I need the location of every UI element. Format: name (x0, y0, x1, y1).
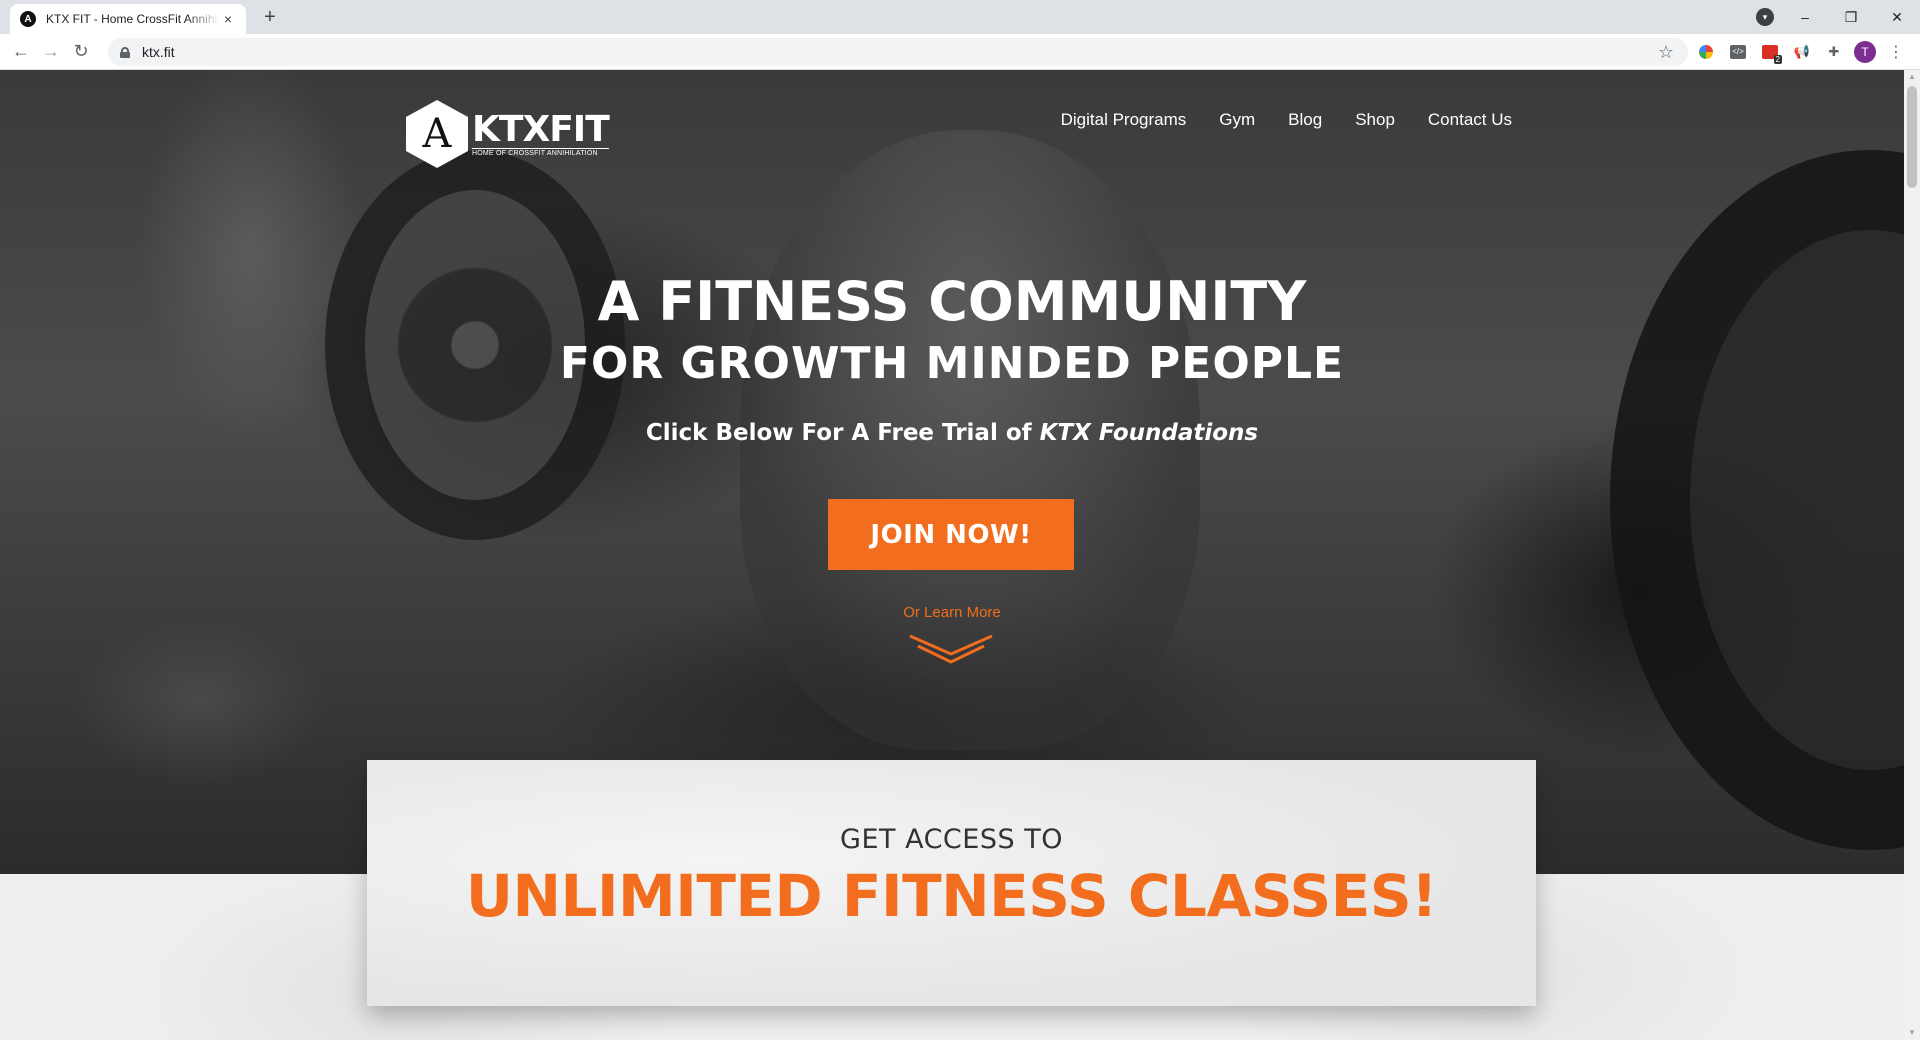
card-title: UNLIMITED FITNESS CLASSES! (465, 862, 1438, 930)
site-logo[interactable]: A KTXFIT HOME OF CROSSFIT ANNIHILATION (406, 100, 610, 168)
hero-headline: A FITNESS COMMUNITY (597, 270, 1307, 333)
page-viewport: A KTXFIT HOME OF CROSSFIT ANNIHILATION D… (0, 70, 1904, 1040)
hero-trial-text: Click Below For A Free Trial of KTX Foun… (0, 420, 1904, 446)
close-tab-icon[interactable]: × (220, 11, 236, 27)
nav-blog[interactable]: Blog (1288, 110, 1322, 130)
main-nav: Digital Programs Gym Blog Shop Contact U… (1061, 110, 1512, 130)
reload-icon[interactable]: ↻ (66, 37, 96, 67)
bumper-plate-image (1610, 150, 1904, 850)
bookmark-star-icon[interactable]: ☆ (1658, 42, 1674, 63)
browser-tab[interactable]: A KTX FIT - Home CrossFit Annihilation × (10, 4, 246, 34)
join-now-button[interactable]: JOIN NOW! (828, 499, 1074, 570)
code-extension-icon[interactable]: </> (1726, 40, 1750, 64)
tab-search-icon[interactable]: ▾ (1756, 8, 1774, 26)
lock-icon[interactable] (120, 46, 130, 58)
trial-program-name: KTX Foundations (1039, 420, 1259, 446)
page-scrollbar[interactable]: ▲ ▼ (1904, 70, 1920, 1040)
nav-shop[interactable]: Shop (1355, 110, 1395, 130)
extension-badge: 2 (1773, 55, 1782, 64)
ktx-favicon-icon: A (20, 11, 36, 27)
restore-button[interactable]: ❐ (1828, 0, 1874, 34)
nav-contact-us[interactable]: Contact Us (1428, 110, 1512, 130)
logo-text: KTXFIT HOME OF CROSSFIT ANNIHILATION (472, 108, 610, 157)
address-bar[interactable]: ktx.fit ☆ (108, 38, 1688, 66)
back-icon[interactable]: ← (6, 37, 36, 67)
close-window-button[interactable]: ✕ (1874, 0, 1920, 34)
red-extension-icon[interactable]: 2 (1758, 40, 1782, 64)
tab-title: KTX FIT - Home CrossFit Annihilation (46, 12, 220, 26)
puzzle-extensions-icon[interactable]: ✚ (1822, 40, 1846, 64)
scroll-thumb[interactable] (1907, 86, 1917, 188)
window-controls: – ❐ ✕ (1782, 0, 1920, 34)
nav-gym[interactable]: Gym (1219, 110, 1255, 130)
url-text: ktx.fit (142, 44, 175, 60)
extension-icons: </> 2 📢 ✚ T ⋮ (1694, 40, 1908, 64)
profile-avatar[interactable]: T (1854, 41, 1876, 63)
hero-section: A KTXFIT HOME OF CROSSFIT ANNIHILATION D… (0, 70, 1904, 874)
scroll-down-arrow-icon[interactable]: ▼ (1904, 1026, 1920, 1040)
megaphone-extension-icon[interactable]: 📢 (1790, 40, 1814, 64)
trial-text-prefix: Click Below For A Free Trial of (645, 420, 1040, 446)
forward-icon[interactable]: → (36, 37, 66, 67)
logo-hexagon-icon: A (406, 100, 468, 168)
scroll-up-arrow-icon[interactable]: ▲ (1904, 70, 1920, 84)
color-picker-extension-icon[interactable] (1694, 40, 1718, 64)
browser-tab-bar: A KTX FIT - Home CrossFit Annihilation ×… (0, 0, 1920, 34)
chevron-down-icon[interactable] (908, 632, 994, 666)
learn-more-link[interactable]: Or Learn More (0, 604, 1904, 621)
card-subtitle: GET ACCESS TO (840, 824, 1063, 855)
browser-toolbar: ← → ↻ ktx.fit ☆ (0, 34, 1920, 70)
logo-wordmark: KTXFIT (472, 108, 610, 150)
nav-digital-programs[interactable]: Digital Programs (1061, 110, 1187, 130)
menu-kebab-icon[interactable]: ⋮ (1884, 40, 1908, 64)
logo-tagline: HOME OF CROSSFIT ANNIHILATION (472, 147, 609, 157)
minimize-button[interactable]: – (1782, 0, 1828, 34)
new-tab-button[interactable]: + (258, 6, 282, 30)
hero-subheadline: FOR GROWTH MINDED PEOPLE (559, 338, 1345, 389)
access-card: GET ACCESS TO UNLIMITED FITNESS CLASSES! (367, 760, 1536, 1006)
